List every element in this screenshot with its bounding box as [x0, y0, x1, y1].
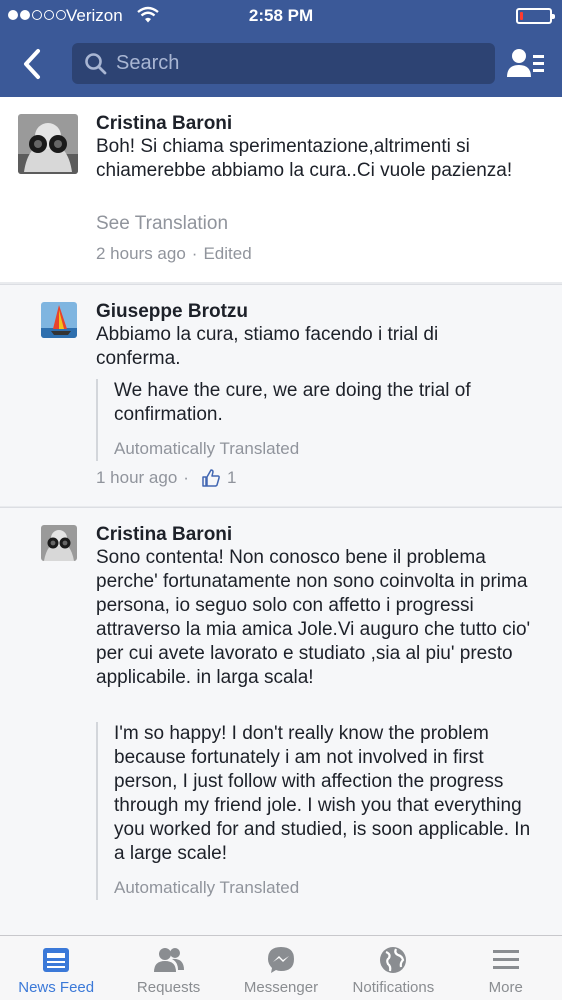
tab-bar: News Feed Requests Messenger Notificatio…: [0, 935, 562, 1000]
search-bar[interactable]: [72, 43, 495, 84]
auto-translated-label: Automatically Translated: [114, 439, 300, 458]
tab-label: Requests: [136, 979, 201, 996]
thumbs-up-icon: [202, 469, 220, 487]
status-bar: Verizon 2:58 PM: [0, 0, 562, 32]
friend-list-icon: [507, 49, 544, 77]
tab-label: News Feed: [18, 979, 95, 996]
comment-time[interactable]: 2 hours ago: [96, 244, 186, 264]
avatar[interactable]: [41, 525, 77, 561]
comment-author[interactable]: Cristina Baroni: [96, 113, 232, 135]
see-translation-link[interactable]: See Translation: [96, 213, 228, 235]
back-button[interactable]: [18, 46, 50, 82]
comment-text: Boh! Si chiama sperimentazione,altriment…: [96, 136, 513, 181]
tab-label: More: [488, 979, 523, 996]
translation-block: We have the cure, we are doing the trial…: [96, 379, 536, 461]
comment-meta: 2 hours ago · Edited: [96, 244, 252, 264]
avatar[interactable]: [41, 302, 77, 338]
auto-translated-label: Automatically Translated: [114, 878, 300, 897]
comment-time[interactable]: 1 hour ago: [96, 468, 177, 488]
search-input[interactable]: [116, 43, 476, 84]
messenger-icon: [267, 947, 294, 973]
news-feed-icon: [43, 948, 70, 972]
tab-messenger[interactable]: Messenger: [225, 936, 337, 1000]
tab-label: Notifications: [352, 979, 435, 996]
top-bar: Verizon 2:58 PM: [0, 0, 562, 97]
like-count-number: 1: [226, 468, 237, 487]
status-time: 2:58 PM: [248, 6, 314, 25]
friend-list-button[interactable]: [504, 44, 548, 84]
friend-requests-icon: [153, 948, 184, 972]
menu-icon: [492, 950, 519, 969]
tab-notifications[interactable]: Notifications: [337, 936, 449, 1000]
like-count[interactable]: 1: [201, 468, 236, 488]
comment-reply: Giuseppe Brotzu Abbiamo la cura, stiamo …: [0, 284, 562, 506]
tab-more[interactable]: More: [450, 936, 562, 1000]
back-chevron-icon: [24, 49, 40, 79]
comment-text: Sono contenta! Non conosco bene il probl…: [96, 547, 531, 688]
tab-label: Messenger: [243, 979, 319, 996]
translation-block: I'm so happy! I don't really know the pr…: [96, 722, 536, 900]
avatar[interactable]: [18, 114, 78, 174]
translated-text: I'm so happy! I don't really know the pr…: [114, 723, 531, 864]
tab-requests[interactable]: Requests: [112, 936, 224, 1000]
translated-text: We have the cure, we are doing the trial…: [114, 380, 471, 425]
comment: Cristina Baroni Boh! Si chiama speriment…: [0, 97, 562, 282]
comment-reply: Cristina Baroni Sono contenta! Non conos…: [0, 507, 562, 935]
comment-author[interactable]: Giuseppe Brotzu: [96, 301, 248, 323]
globe-icon: [380, 947, 407, 973]
edited-label[interactable]: Edited: [203, 244, 251, 264]
search-icon: [84, 52, 108, 81]
comment-text: Abbiamo la cura, stiamo facendo i trial …: [96, 324, 439, 369]
comment-author[interactable]: Cristina Baroni: [96, 524, 232, 546]
comment-meta: 1 hour ago · 1: [96, 468, 237, 488]
tab-news-feed[interactable]: News Feed: [0, 936, 112, 1000]
battery-icon: [516, 8, 555, 24]
